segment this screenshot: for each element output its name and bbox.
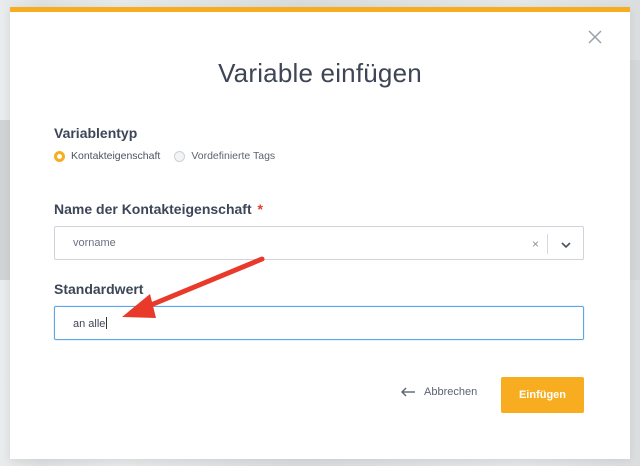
default-value-text-content: an alle xyxy=(73,318,106,330)
select-divider xyxy=(547,234,548,254)
text-caret xyxy=(106,317,108,329)
cancel-button[interactable]: Abbrechen xyxy=(400,386,477,398)
property-name-label-text: Name der Kontakteigenschaft xyxy=(54,201,252,217)
property-name-label: Name der Kontakteigenschaft * xyxy=(54,201,263,217)
cancel-label: Abbrechen xyxy=(424,386,478,398)
insert-button[interactable]: Einfügen xyxy=(501,377,584,413)
default-value-label: Standardwert xyxy=(54,281,144,297)
default-value-input[interactable]: an alle xyxy=(54,306,584,340)
variable-type-radio-group: Kontakteigenschaft Vordefinierte Tags xyxy=(54,150,289,162)
variable-type-label: Variablentyp xyxy=(54,125,138,141)
radio-label: Kontakteigenschaft xyxy=(71,150,161,162)
chevron-down-icon[interactable] xyxy=(559,238,573,250)
default-value-text: an alle xyxy=(73,317,108,330)
arrow-left-icon xyxy=(400,387,416,397)
clear-icon[interactable]: × xyxy=(532,237,539,251)
close-icon[interactable] xyxy=(586,28,604,46)
property-select[interactable]: vorname × xyxy=(54,226,584,260)
radio-unchecked-icon xyxy=(174,150,186,162)
property-select-value: vorname xyxy=(73,237,116,249)
radio-checked-icon xyxy=(54,150,65,162)
radio-predefined-tags[interactable]: Vordefinierte Tags xyxy=(174,150,275,162)
radio-contact-property[interactable]: Kontakteigenschaft xyxy=(54,150,160,162)
dialog-title: Variable einfügen xyxy=(218,58,422,88)
radio-label: Vordefinierte Tags xyxy=(191,150,276,162)
backdrop-shape xyxy=(630,60,640,280)
required-marker: * xyxy=(257,201,263,217)
backdrop-shape xyxy=(0,120,10,280)
insert-variable-dialog: Variable einfügen Variablentyp Kontaktei… xyxy=(10,7,630,459)
